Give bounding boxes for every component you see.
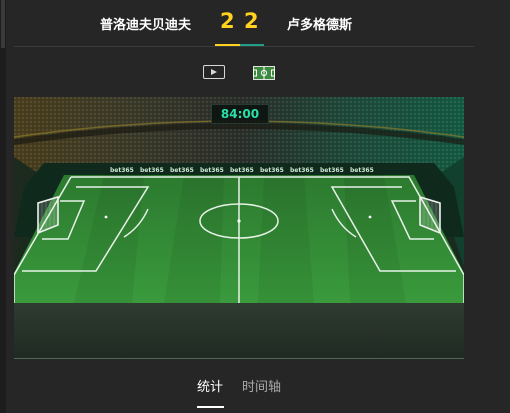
svg-text:bet365: bet365 <box>260 167 284 174</box>
match-header: 普洛迪夫贝迪夫 2 2 卢多格德斯 <box>0 0 510 46</box>
match-tracker-stage: bet365 bet365 bet365 bet365 bet365 bet365 b… <box>14 97 464 359</box>
tab-timeline[interactable]: 时间轴 <box>242 376 281 395</box>
scrollbar[interactable] <box>0 0 6 413</box>
divider <box>14 46 474 47</box>
svg-text:bet365: bet365 <box>110 167 134 174</box>
divider <box>14 358 464 359</box>
stadium-pitch-illustration: bet365 bet365 bet365 bet365 bet365 bet365 b… <box>14 97 464 359</box>
video-play-icon <box>211 68 217 75</box>
away-team-name: 卢多格德斯 <box>287 18 353 33</box>
svg-text:bet365: bet365 <box>290 167 314 174</box>
active-tab-indicator <box>197 406 224 408</box>
svg-text:bet365: bet365 <box>140 167 164 174</box>
svg-text:bet365: bet365 <box>320 167 344 174</box>
away-score: 2 <box>244 9 259 33</box>
svg-text:bet365: bet365 <box>230 167 254 174</box>
pitch-view-button[interactable] <box>253 65 275 80</box>
home-score: 2 <box>220 9 235 33</box>
home-team-name: 普洛迪夫贝迪夫 <box>100 18 192 33</box>
svg-text:bet365: bet365 <box>170 167 194 174</box>
match-clock: 84:00 <box>211 104 269 124</box>
svg-text:bet365: bet365 <box>350 167 374 174</box>
pitch-icon <box>253 66 275 80</box>
tab-stats[interactable]: 统计 <box>197 376 223 395</box>
video-view-button[interactable] <box>203 65 225 79</box>
svg-text:bet365: bet365 <box>200 167 224 174</box>
